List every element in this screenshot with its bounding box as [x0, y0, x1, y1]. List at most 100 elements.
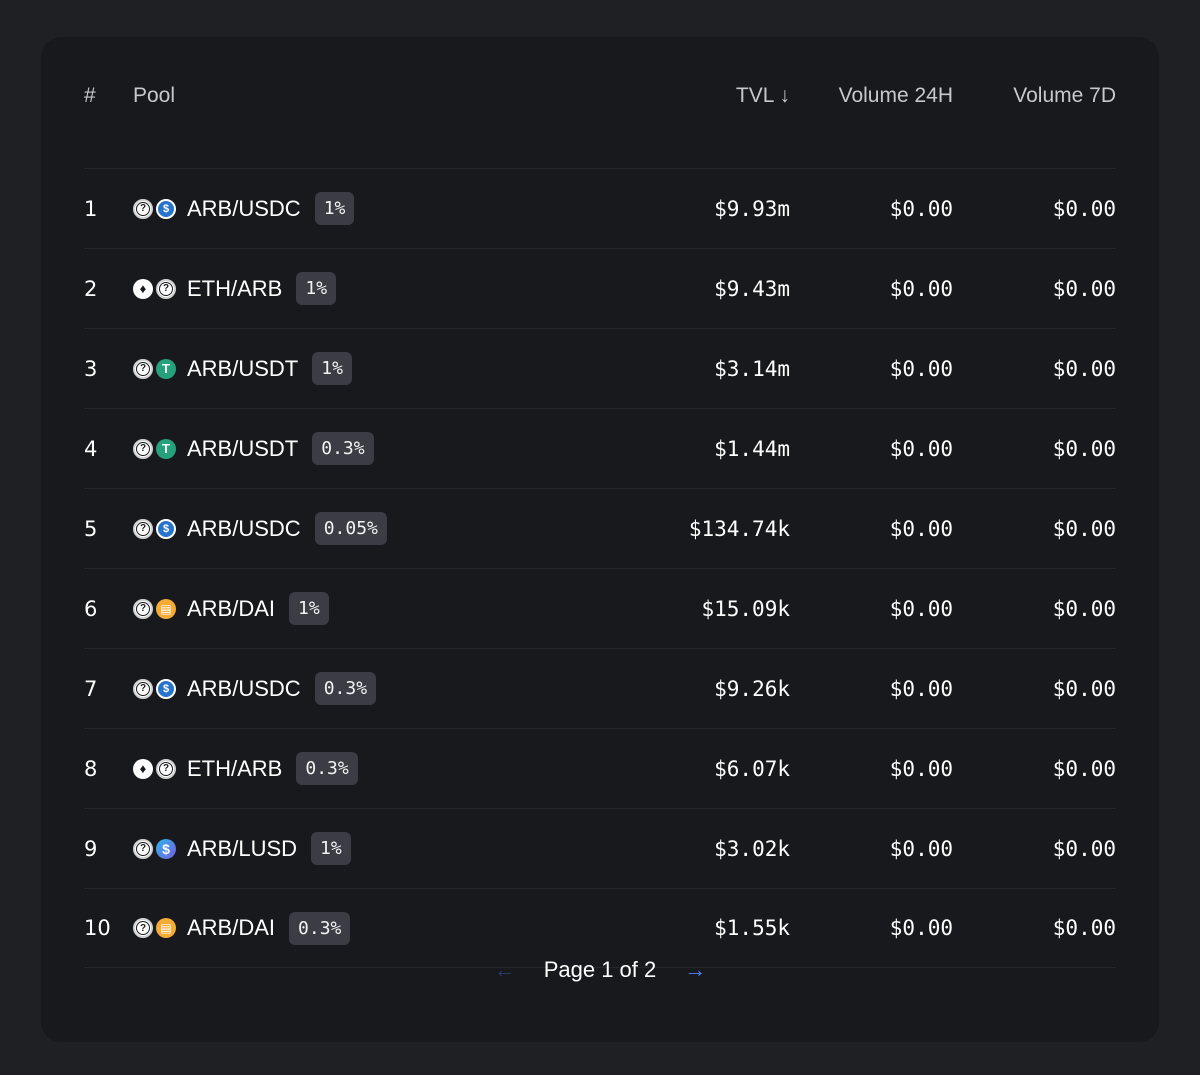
- pool-cell[interactable]: ? $ ARB/USDC 1%: [133, 169, 355, 248]
- pool-name: ARB/USDC: [187, 195, 301, 221]
- table-row[interactable]: 4 ? T ARB/USDT 0.3% $1.44m $0.00 $0.00: [84, 408, 1116, 488]
- volume-24h-value: $0.00: [889, 276, 953, 301]
- pool-cell[interactable]: ? T ARB/USDT 1%: [133, 329, 352, 408]
- unknown-token-icon: ?: [133, 358, 153, 379]
- pool-name: ARB/LUSD: [187, 835, 298, 861]
- pool-cell[interactable]: ? ▤ ARB/DAI 0.3%: [133, 889, 351, 967]
- volume-7d-value: $0.00: [1052, 596, 1116, 621]
- volume-7d-value: $0.00: [1052, 916, 1116, 940]
- volume-24h-value: $0.00: [889, 516, 953, 541]
- usdc-icon: $: [156, 678, 176, 699]
- volume-7d-value: $0.00: [1052, 436, 1116, 461]
- fee-tier-badge: 1%: [312, 352, 352, 385]
- token-pair-icons: ♦?: [133, 278, 176, 299]
- column-header-num: #: [84, 84, 96, 107]
- fee-tier-badge: 0.3%: [312, 432, 374, 465]
- volume-7d-value: $0.00: [1052, 836, 1116, 861]
- tvl-value: $1.55k: [714, 916, 790, 940]
- unknown-token-icon: ?: [133, 918, 153, 938]
- pool-name: ARB/USDT: [187, 355, 299, 381]
- arrow-left-icon[interactable]: ←: [494, 957, 516, 983]
- row-rank: 7: [84, 676, 98, 701]
- tvl-value: $3.14m: [714, 356, 790, 381]
- volume-24h-value: $0.00: [889, 436, 953, 461]
- pool-cell[interactable]: ? $ ARB/LUSD 1%: [133, 809, 351, 888]
- table-row[interactable]: 1 ? $ ARB/USDC 1% $9.93m $0.00 $0.00: [84, 168, 1116, 248]
- pool-name: ARB/USDC: [187, 515, 301, 541]
- table-row[interactable]: 2 ♦? ETH/ARB 1% $9.43m $0.00 $0.00: [84, 248, 1116, 328]
- pool-name: ETH/ARB: [187, 755, 283, 781]
- token-pair-icons: ? T: [133, 358, 176, 379]
- volume-24h-value: $0.00: [889, 836, 953, 861]
- unknown-token-icon: ?: [133, 838, 153, 859]
- tvl-value: $6.07k: [714, 756, 790, 781]
- page-indicator: Page 1 of 2: [543, 957, 657, 982]
- tvl-value: $9.43m: [714, 276, 790, 301]
- table-row[interactable]: 6 ? ▤ ARB/DAI 1% $15.09k $0.00 $0.00: [84, 568, 1116, 648]
- table-row[interactable]: 9 ? $ ARB/LUSD 1% $3.02k $0.00 $0.00: [84, 808, 1116, 888]
- lusd-icon: $: [156, 838, 176, 859]
- tvl-value: $3.02k: [714, 836, 790, 861]
- column-header-volume-7d[interactable]: Volume 7D: [956, 56, 1116, 132]
- token-pair-icons: ? $: [133, 838, 176, 859]
- eth-icon: ♦: [133, 758, 153, 779]
- unknown-token-icon: ?: [133, 518, 153, 539]
- pool-name: ARB/USDC: [187, 675, 301, 701]
- unknown-token-icon: ?: [133, 198, 153, 219]
- usdc-icon: $: [156, 198, 176, 219]
- token-pair-icons: ? ▤: [133, 598, 176, 619]
- row-rank: 6: [84, 596, 98, 621]
- volume-7d-value: $0.00: [1052, 676, 1116, 701]
- unknown-token-icon: ?: [156, 278, 176, 299]
- row-rank: 3: [84, 356, 98, 381]
- volume-24h-value: $0.00: [889, 196, 953, 221]
- row-rank: 10: [84, 916, 111, 940]
- unknown-token-icon: ?: [133, 678, 153, 699]
- pagination: ← Page 1 of 2 →: [41, 957, 1159, 983]
- pool-cell[interactable]: ♦? ETH/ARB 0.3%: [133, 729, 358, 808]
- row-rank: 2: [84, 276, 98, 301]
- pool-cell[interactable]: ? T ARB/USDT 0.3%: [133, 409, 374, 488]
- table-row[interactable]: 5 ? $ ARB/USDC 0.05% $134.74k $0.00 $0.00: [84, 488, 1116, 568]
- tvl-value: $15.09k: [701, 596, 790, 621]
- pools-table-card: # Pool TVL ↓ Volume 24H Volume 7D 1 ? $ A…: [41, 37, 1159, 1042]
- token-pair-icons: ? $: [133, 678, 176, 699]
- usdt-icon: T: [156, 438, 176, 459]
- table-row[interactable]: 10 ? ▤ ARB/DAI 0.3% $1.55k $0.00 $0.00: [84, 888, 1116, 968]
- column-header-tvl[interactable]: TVL ↓: [590, 56, 790, 132]
- row-rank: 5: [84, 516, 98, 541]
- pool-name: ETH/ARB: [187, 275, 283, 301]
- row-rank: 8: [84, 756, 98, 781]
- token-pair-icons: ? ▤: [133, 918, 176, 938]
- pool-cell[interactable]: ? $ ARB/USDC 0.05%: [133, 489, 387, 568]
- table-row[interactable]: 7 ? $ ARB/USDC 0.3% $9.26k $0.00 $0.00: [84, 648, 1116, 728]
- column-header-pool: Pool: [133, 84, 176, 107]
- table-row[interactable]: 8 ♦? ETH/ARB 0.3% $6.07k $0.00 $0.00: [84, 728, 1116, 808]
- fee-tier-badge: 0.3%: [314, 672, 377, 705]
- column-header-volume-24h[interactable]: Volume 24H: [793, 56, 953, 132]
- tvl-value: $134.74k: [688, 516, 790, 541]
- tvl-value: $9.26k: [714, 676, 790, 701]
- row-rank: 4: [84, 436, 98, 461]
- volume-24h-value: $0.00: [889, 756, 953, 781]
- token-pair-icons: ? $: [133, 518, 176, 539]
- volume-7d-value: $0.00: [1052, 276, 1116, 301]
- volume-7d-value: $0.00: [1052, 516, 1116, 541]
- dai-icon: ▤: [156, 598, 176, 619]
- arrow-right-icon[interactable]: →: [684, 957, 706, 983]
- pool-cell[interactable]: ? ▤ ARB/DAI 1%: [133, 569, 329, 648]
- volume-7d-value: $0.00: [1052, 756, 1116, 781]
- fee-tier-badge: 1%: [289, 592, 329, 625]
- volume-7d-value: $0.00: [1052, 356, 1116, 381]
- table-row[interactable]: 3 ? T ARB/USDT 1% $3.14m $0.00 $0.00: [84, 328, 1116, 408]
- fee-tier-badge: 1%: [296, 272, 337, 305]
- unknown-token-icon: ?: [133, 438, 153, 459]
- table-body: 1 ? $ ARB/USDC 1% $9.93m $0.00 $0.00 2 ♦?…: [84, 168, 1116, 968]
- pool-cell[interactable]: ♦? ETH/ARB 1%: [133, 249, 337, 328]
- volume-7d-value: $0.00: [1052, 196, 1116, 221]
- pool-cell[interactable]: ? $ ARB/USDC 0.3%: [133, 649, 377, 728]
- volume-24h-value: $0.00: [889, 356, 953, 381]
- dai-icon: ▤: [156, 918, 176, 938]
- token-pair-icons: ? $: [133, 198, 176, 219]
- usdt-icon: T: [156, 358, 176, 379]
